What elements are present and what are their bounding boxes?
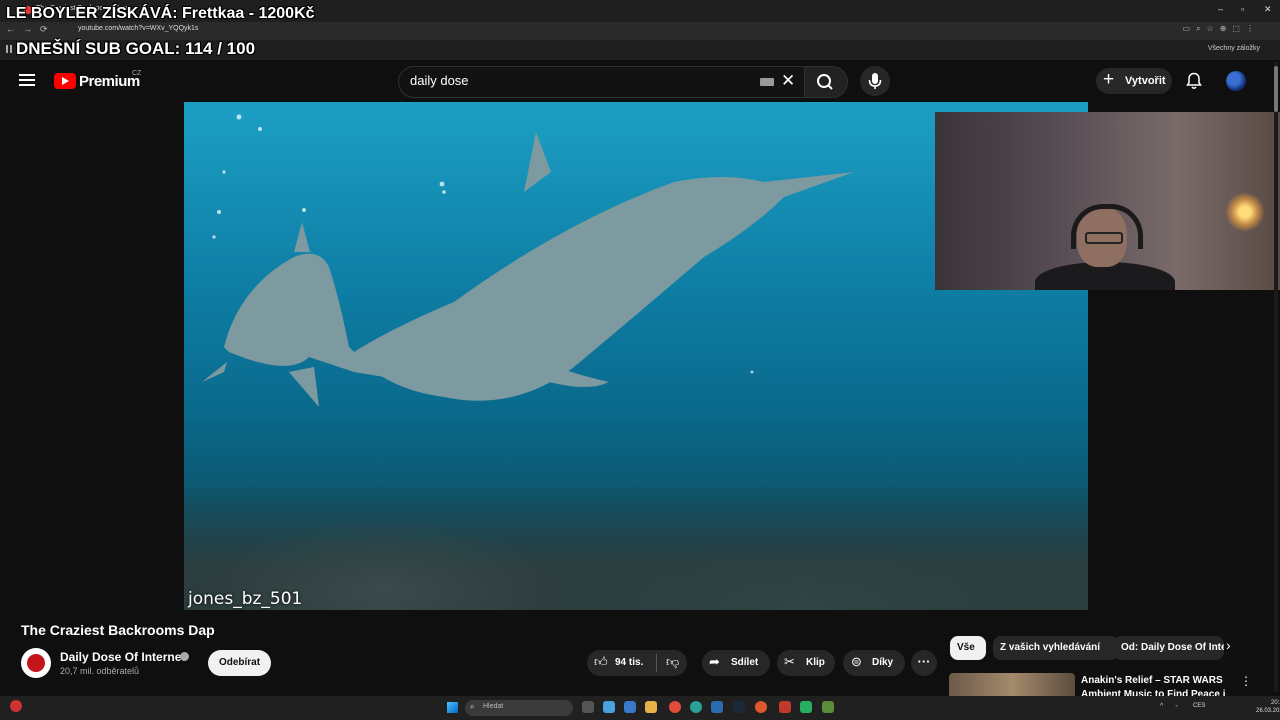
clip-label[interactable]: Klip — [806, 657, 825, 668]
create-label[interactable]: Vytvořit — [1125, 75, 1166, 87]
glasses-icon — [1085, 232, 1123, 244]
clock-date: 26.03.2026 — [1256, 708, 1280, 714]
address-bar-icons[interactable]: ▭⌕☆⊕⬚⋮ — [1183, 24, 1260, 34]
chip-from-searches[interactable]: Z vašich vyhledávání — [993, 636, 1119, 660]
share-label[interactable]: Sdílet — [731, 657, 758, 668]
dislike-icon[interactable]: 👎︎ — [666, 655, 679, 669]
microphone-icon — [868, 73, 882, 89]
chip-all[interactable]: Vše — [950, 636, 986, 660]
stream-overlay-donation: LE BOYLER ZÍSKÁVÁ: Frettkaa - 1200Kč — [6, 5, 315, 22]
search-icon — [817, 74, 833, 90]
chevron-right-icon[interactable]: › — [1226, 637, 1231, 653]
app-icon-red[interactable] — [779, 701, 791, 713]
file-explorer-icon[interactable] — [645, 701, 657, 713]
steam-icon[interactable] — [711, 701, 723, 713]
search-button[interactable] — [804, 66, 848, 98]
clear-search-icon[interactable]: ✕ — [781, 72, 795, 90]
minimize-icon[interactable]: – — [1218, 4, 1223, 14]
apps-grid-icon[interactable] — [6, 45, 14, 53]
more-actions-icon[interactable]: ··· — [911, 650, 937, 676]
chip-from-channel[interactable]: Od: Daily Dose Of Internet — [1114, 636, 1224, 660]
like-count[interactable]: 94 tis. — [615, 657, 643, 668]
game-app-icon[interactable] — [822, 701, 834, 713]
maximize-icon[interactable]: ▫ — [1241, 4, 1244, 14]
streamer-webcam — [935, 112, 1280, 290]
scrollbar-thumb[interactable] — [1274, 66, 1278, 112]
windows-taskbar — [0, 696, 1280, 720]
thanks-icon: ⊜ — [851, 654, 862, 669]
thanks-label[interactable]: Díky — [872, 657, 893, 668]
subscriber-count: 20,7 mil. odběratelů — [60, 666, 140, 676]
like-divider — [656, 654, 657, 672]
clock-time: 20:26 — [1271, 700, 1280, 706]
minecraft-icon[interactable] — [800, 701, 812, 713]
edge-icon[interactable] — [690, 701, 702, 713]
keyboard-icon[interactable] — [760, 78, 774, 86]
close-window-icon[interactable]: ✕ — [1264, 4, 1272, 15]
video-title: The Craziest Backrooms Dap — [21, 622, 215, 638]
windows-start-icon[interactable] — [447, 702, 458, 713]
store-icon[interactable] — [624, 701, 636, 713]
country-code: CZ — [132, 70, 142, 77]
kebab-menu-icon[interactable]: ⋮ — [1240, 674, 1252, 688]
channel-name[interactable]: Daily Dose Of Internet — [60, 650, 185, 664]
url-field[interactable]: youtube.com/watch?v=WXv_YQQyk1s — [78, 25, 198, 32]
search-input[interactable] — [410, 73, 750, 88]
lamp-light — [1225, 192, 1265, 232]
video-watermark: jones_bz_501 — [188, 589, 303, 609]
youtube-logo-icon[interactable] — [54, 73, 76, 89]
subscribe-button[interactable]: Odebírat — [208, 650, 271, 676]
taskbar-clock[interactable]: 20:26 26.03.2026 — [1256, 699, 1280, 715]
task-view-icon[interactable] — [582, 701, 594, 713]
like-icon[interactable]: 👍︎ — [594, 655, 608, 669]
chrome-icon[interactable] — [669, 701, 681, 713]
input-language[interactable]: CES — [1193, 703, 1205, 709]
navigation-buttons[interactable]: ←→⟳ — [6, 24, 56, 35]
widgets-icon[interactable] — [603, 701, 615, 713]
obs-icon[interactable] — [755, 701, 767, 713]
notifications-bell-icon[interactable] — [1186, 72, 1202, 90]
taskbar-search[interactable] — [465, 700, 573, 716]
all-bookmarks-link[interactable]: Všechny záložky — [1208, 45, 1260, 52]
logo-text[interactable]: Premium — [79, 73, 140, 90]
scissors-icon: ✂ — [784, 654, 795, 669]
share-icon: ➦ — [709, 654, 720, 669]
page-scrollbar[interactable] — [1274, 62, 1278, 692]
voice-search-button[interactable] — [860, 66, 890, 96]
channel-avatar[interactable] — [21, 648, 51, 678]
notification-app-icon[interactable] — [10, 700, 22, 712]
taskbar-search-label[interactable]: Hledat — [483, 703, 503, 710]
recommended-title[interactable]: Anakin's Relief – STAR WARS Ambient Musi… — [1081, 674, 1231, 696]
hamburger-menu-icon[interactable] — [19, 74, 35, 86]
verified-badge-icon — [180, 652, 189, 661]
account-avatar[interactable] — [1226, 71, 1246, 91]
stream-overlay-sub-goal: DNEŠNÍ SUB GOAL: 114 / 100 — [16, 39, 256, 58]
plus-icon: + — [1103, 69, 1115, 90]
steam-client-icon[interactable] — [733, 701, 745, 713]
taskbar-search-icon: ⌕ — [470, 702, 475, 711]
system-tray-icons[interactable]: ^ ◦ — [1160, 703, 1183, 710]
